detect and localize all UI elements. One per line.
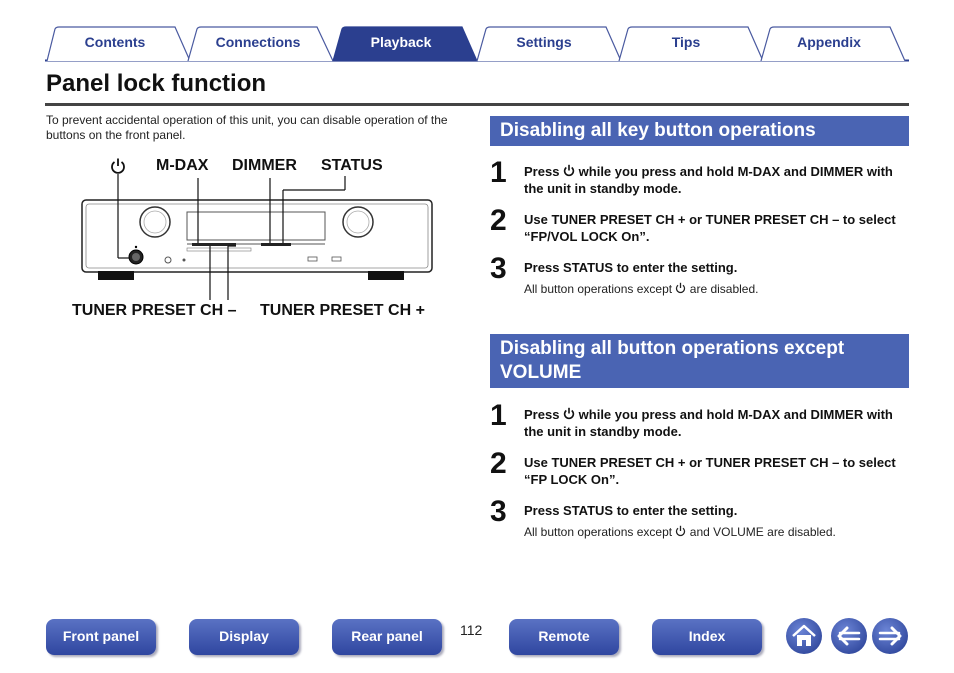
step-text: Use TUNER PRESET CH + or TUNER PRESET CH… (524, 455, 896, 487)
front-panel-button[interactable]: Front panel (46, 619, 156, 655)
tuner-preset-plus-label: TUNER PRESET CH + (260, 302, 425, 319)
power-icon (563, 407, 575, 420)
page-title: Panel lock function (46, 70, 267, 97)
arrow-left-icon (837, 626, 861, 646)
intro-text: To prevent accidental operation of this … (46, 113, 448, 142)
tab-settings[interactable]: Settings (484, 34, 604, 50)
tab-tips[interactable]: Tips (626, 34, 746, 50)
power-icon (676, 282, 686, 294)
arrow-right-icon (878, 626, 902, 646)
power-icon (676, 525, 686, 537)
step-number: 1 (490, 156, 507, 189)
section-heading-lock-except-volume: Disabling all button operations except V… (490, 334, 909, 388)
dimmer-label: DIMMER (232, 157, 297, 174)
home-button[interactable] (786, 618, 822, 654)
forward-button[interactable] (872, 618, 908, 654)
tab-contents[interactable]: Contents (55, 34, 175, 50)
power-icon (563, 164, 575, 177)
step-number: 2 (490, 447, 507, 480)
front-panel-diagram: M-DAX DIMMER STATUS TUNER PRESET CH – TU… (60, 150, 460, 330)
index-button[interactable]: Index (652, 619, 762, 655)
display-button[interactable]: Display (189, 619, 299, 655)
step-text: Press STATUS to enter the setting. (524, 260, 738, 275)
home-icon (792, 624, 816, 646)
title-divider (45, 103, 909, 106)
step-text: Press while you press and hold M-DAX and… (524, 407, 893, 439)
tab-appendix[interactable]: Appendix (769, 34, 889, 50)
back-button[interactable] (831, 618, 867, 654)
rear-panel-button[interactable]: Rear panel (332, 619, 442, 655)
top-tab-bar: Contents Connections Playback Settings T… (45, 26, 909, 62)
power-icon (111, 158, 125, 174)
section1-note: All button operations except are disable… (524, 282, 759, 296)
step-text: Use TUNER PRESET CH + or TUNER PRESET CH… (524, 212, 896, 244)
status-label: STATUS (321, 157, 383, 174)
step-number: 3 (490, 495, 507, 528)
step-text: Press STATUS to enter the setting. (524, 503, 738, 518)
tab-connections[interactable]: Connections (198, 34, 318, 50)
step-number: 3 (490, 252, 507, 285)
step-text: Press while you press and hold M-DAX and… (524, 164, 893, 196)
mdax-label: M-DAX (156, 157, 209, 174)
tuner-preset-minus-label: TUNER PRESET CH – (72, 302, 237, 319)
page-number: 112 (460, 622, 483, 638)
section2-note: All button operations except and VOLUME … (524, 525, 836, 539)
step-number: 2 (490, 204, 507, 237)
step-number: 1 (490, 399, 507, 432)
tab-playback[interactable]: Playback (341, 34, 461, 50)
remote-button[interactable]: Remote (509, 619, 619, 655)
section-heading-key-lock: Disabling all key button operations (490, 116, 909, 146)
